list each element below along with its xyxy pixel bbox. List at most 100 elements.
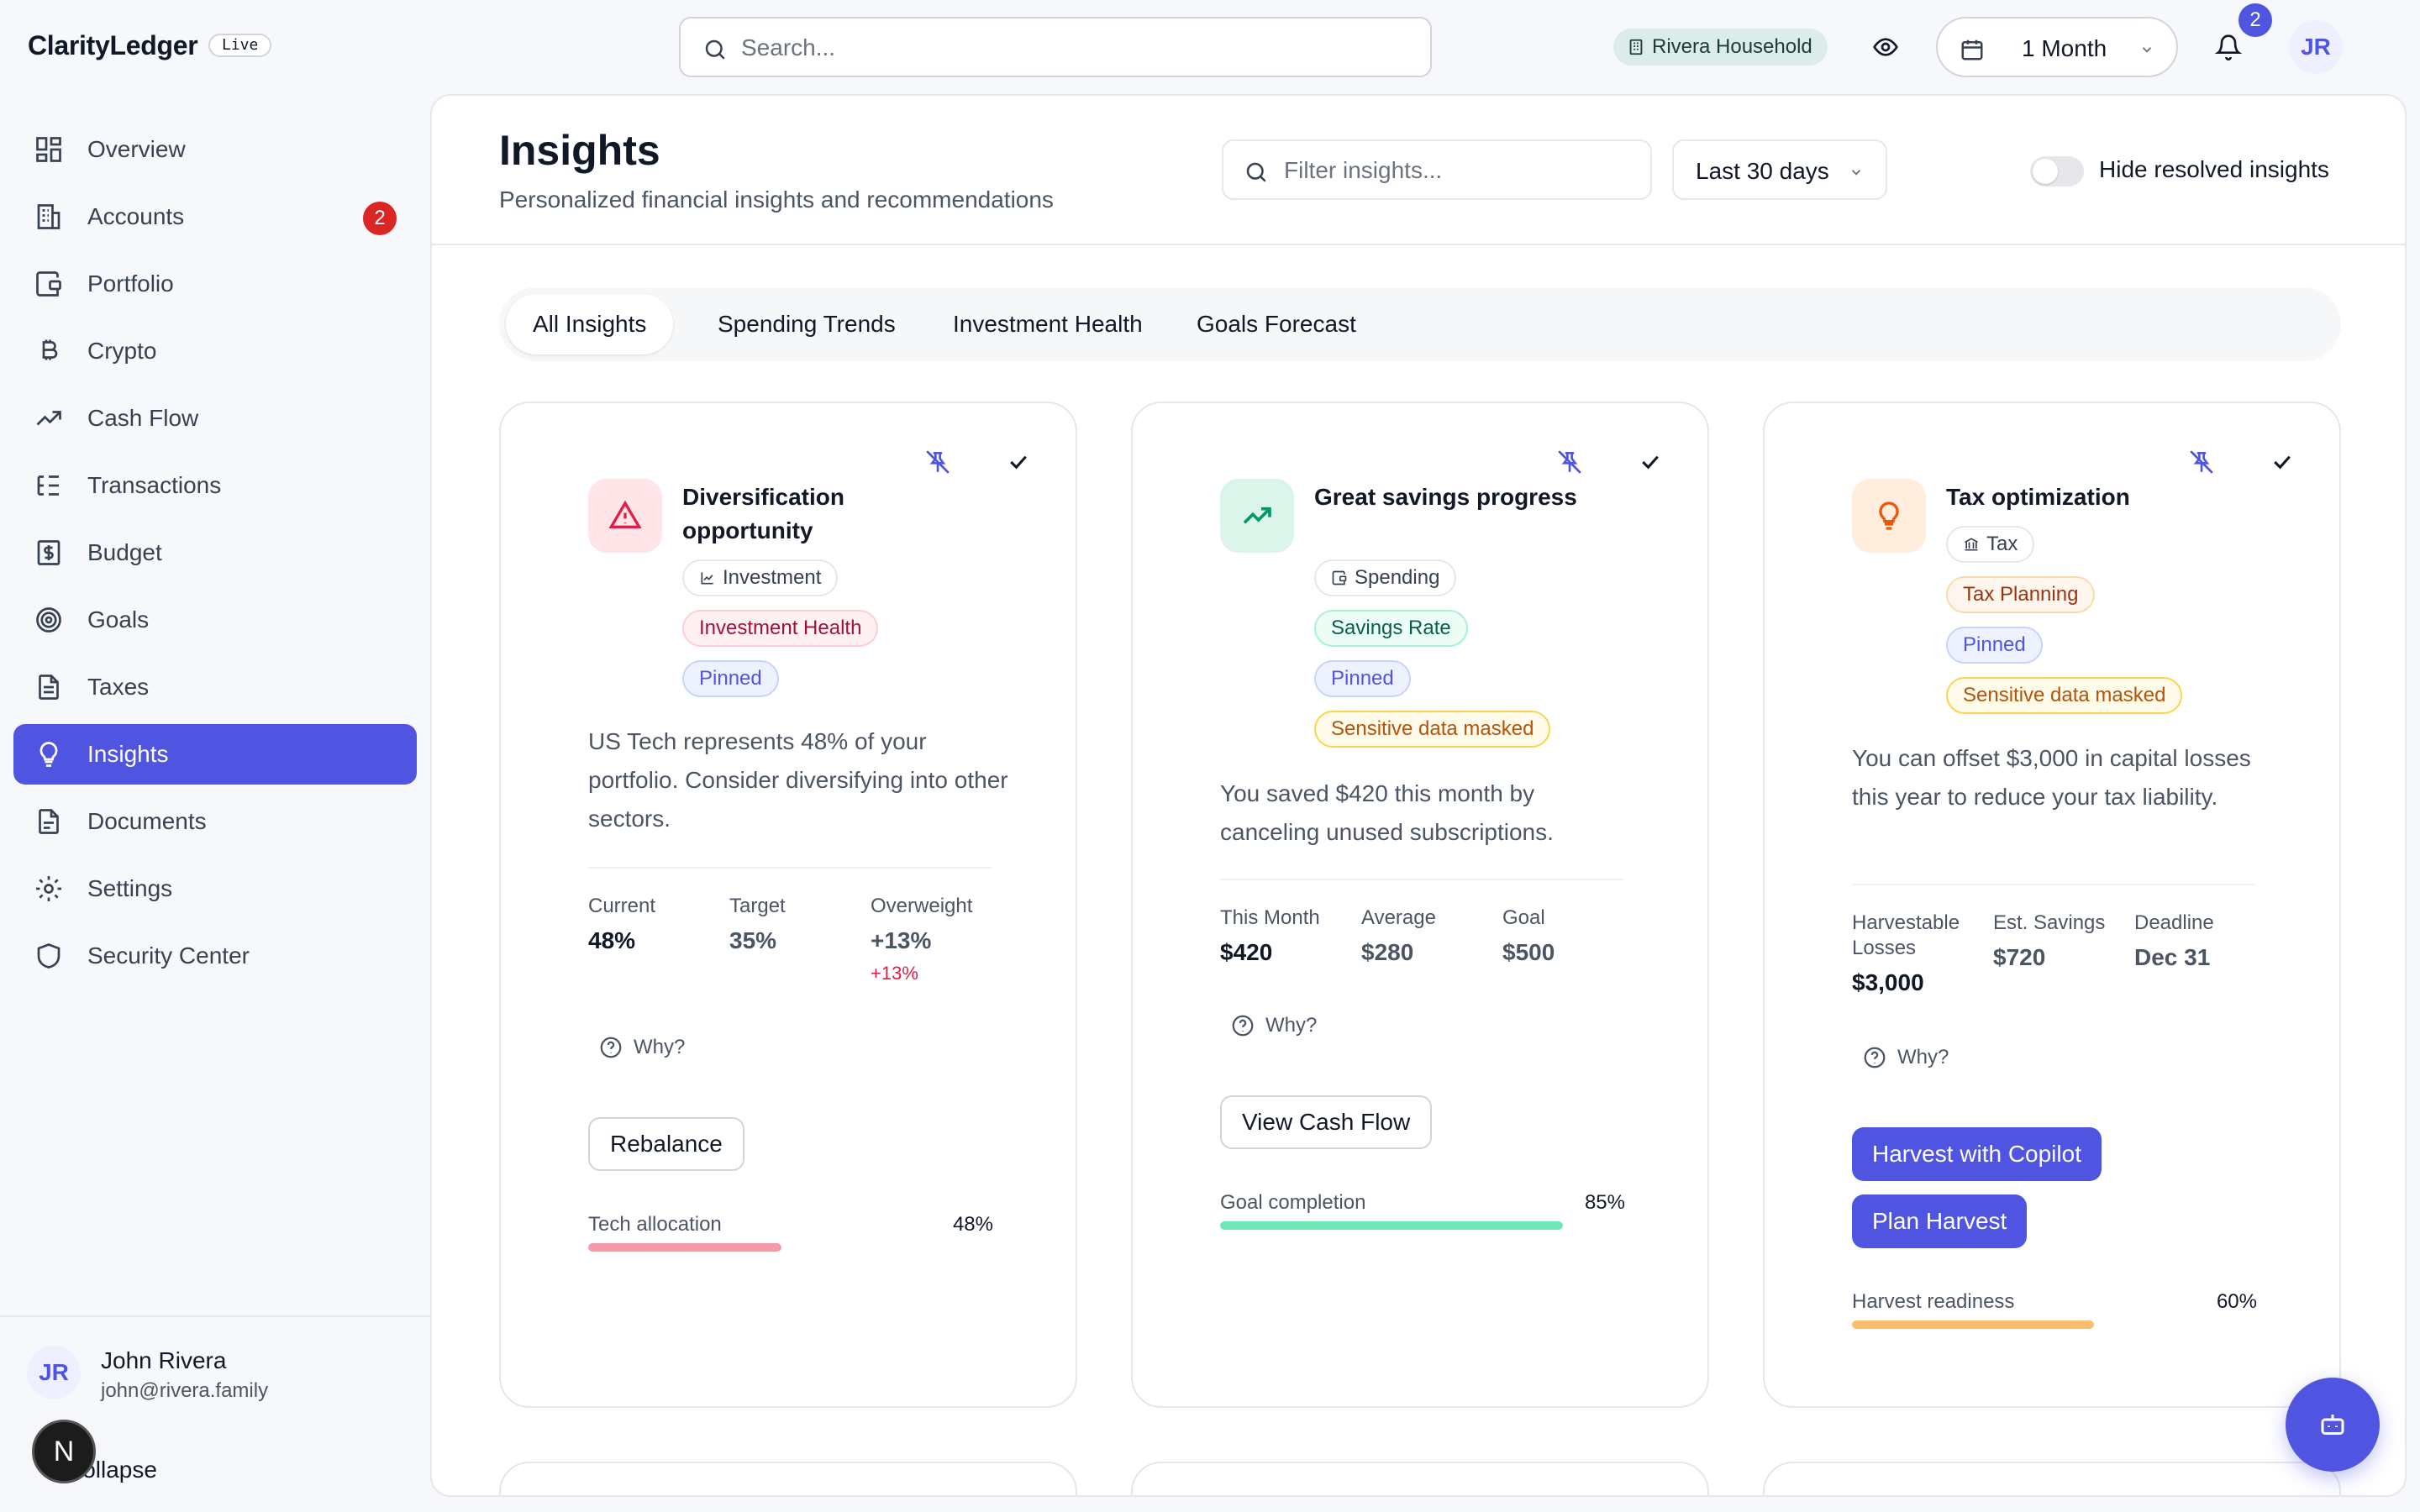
metric-label: Overweight xyxy=(871,895,973,917)
building-icon xyxy=(1629,39,1643,55)
tag-chip: Savings Rate xyxy=(1314,610,1468,647)
sidebar-item-goals[interactable]: Goals xyxy=(13,590,417,650)
period-select[interactable]: 1 Month xyxy=(1936,17,2178,77)
period-label: 1 Month xyxy=(2022,35,2107,61)
unpin-button[interactable] xyxy=(921,445,955,479)
calendar-icon xyxy=(1961,39,1983,60)
sidebar-item-label: Documents xyxy=(87,808,207,834)
date-range-select[interactable]: Last 30 days xyxy=(1672,139,1887,200)
chevron-down-icon xyxy=(2142,47,2152,53)
insight-card-partial xyxy=(1763,1462,2341,1495)
insight-card-tax: Tax optimization Tax Tax Planning Pinned… xyxy=(1763,402,2341,1408)
progress-fill xyxy=(588,1243,782,1252)
resolve-button[interactable] xyxy=(1002,445,1035,479)
metrics-divider xyxy=(1852,884,2255,885)
category-chip: Tax xyxy=(1946,526,2035,563)
sidebar-item-security-center[interactable]: Security Center xyxy=(13,926,417,986)
copilot-fab[interactable] xyxy=(2286,1378,2380,1472)
user-avatar-top[interactable]: JR xyxy=(2289,20,2343,74)
privacy-toggle-button[interactable] xyxy=(1867,30,1904,64)
sidebar-item-overview[interactable]: Overview xyxy=(13,119,417,180)
why-button[interactable]: Why? xyxy=(1230,1013,1317,1038)
insight-card-partial xyxy=(499,1462,1077,1495)
sidebar-divider xyxy=(0,1315,430,1317)
tag-chip: Investment Health xyxy=(682,610,879,647)
global-search[interactable] xyxy=(679,17,1432,77)
unpin-icon xyxy=(926,450,950,474)
metric-deadline: Deadline Dec 31 xyxy=(2134,911,2277,973)
progress-fill xyxy=(1852,1320,2094,1329)
grid-icon xyxy=(36,137,61,162)
user-email: john@rivera.family xyxy=(101,1379,269,1402)
why-button[interactable]: Why? xyxy=(598,1035,685,1060)
sidebar-item-label: Cash Flow xyxy=(87,405,199,431)
tab-all-insights[interactable]: All Insights xyxy=(506,294,674,354)
why-label: Why? xyxy=(1265,1014,1318,1037)
hide-resolved-toggle[interactable] xyxy=(2030,156,2084,186)
sidebar-item-insights[interactable]: Insights xyxy=(13,724,417,785)
sidebar-item-settings[interactable]: Settings xyxy=(13,858,417,919)
sidebar-item-portfolio[interactable]: Portfolio xyxy=(13,254,417,314)
view-cash-flow-button[interactable]: View Cash Flow xyxy=(1220,1095,1433,1149)
card-tags: Spending Savings Rate Pinned Sensitive d… xyxy=(1314,559,1667,748)
chart-icon xyxy=(701,572,713,585)
lightbulb-icon xyxy=(1879,501,1899,530)
eye-icon xyxy=(1873,38,1898,56)
sidebar-item-label: Transactions xyxy=(87,472,222,498)
category-label: Tax xyxy=(1986,533,2018,555)
card-icon-tile xyxy=(1852,479,1926,553)
sidebar-item-budget[interactable]: Budget xyxy=(13,522,417,583)
gear-icon xyxy=(36,876,61,901)
resolve-button[interactable] xyxy=(2265,445,2299,479)
hide-resolved-label: Hide resolved insights xyxy=(2099,156,2329,182)
dollar-doc-icon xyxy=(37,540,60,565)
harvest-with-copilot-button[interactable]: Harvest with Copilot xyxy=(1852,1127,2102,1181)
search-input[interactable] xyxy=(741,30,1397,66)
accounts-badge: 2 xyxy=(363,202,397,235)
rebalance-button[interactable]: Rebalance xyxy=(588,1117,744,1171)
sidebar-item-cash-flow[interactable]: Cash Flow xyxy=(13,388,417,449)
notifications-badge: 2 xyxy=(2238,3,2272,37)
app-brand[interactable]: ClarityLedger xyxy=(28,30,198,61)
progress-label: Harvest readiness xyxy=(1852,1290,2015,1313)
metric-label: Deadline xyxy=(2134,911,2214,934)
unpin-button[interactable] xyxy=(1553,445,1586,479)
sidebar-item-label: Portfolio xyxy=(87,270,174,297)
sidebar-item-crypto[interactable]: Crypto xyxy=(13,321,417,381)
pinned-chip: Pinned xyxy=(1946,627,2043,664)
trend-up-icon xyxy=(1243,507,1271,524)
household-badge[interactable]: Rivera Household xyxy=(1613,29,1828,66)
main-panel: Insights Personalized financial insights… xyxy=(430,94,2407,1497)
why-label: Why? xyxy=(1897,1046,1949,1068)
sidebar-item-taxes[interactable]: Taxes xyxy=(13,657,417,717)
sidebar-item-label: Accounts xyxy=(87,203,185,229)
sidebar-item-accounts[interactable]: Accounts 2 xyxy=(13,186,417,247)
sidebar-item-transactions[interactable]: Transactions xyxy=(13,455,417,516)
filter-insights[interactable] xyxy=(1222,139,1652,200)
user-avatar[interactable]: JR xyxy=(27,1346,81,1399)
plan-harvest-button[interactable]: Plan Harvest xyxy=(1852,1194,2028,1248)
bank-icon xyxy=(1965,538,1978,551)
insight-card-diversification: Diversification opportunity Investment I… xyxy=(499,402,1077,1408)
tab-spending-trends[interactable]: Spending Trends xyxy=(691,294,923,354)
unpin-button[interactable] xyxy=(2185,445,2218,479)
bot-icon xyxy=(2321,1415,2344,1435)
metric-harvestable-losses: Harvestable Losses $3,000 xyxy=(1852,911,1995,998)
category-chip: Investment xyxy=(682,559,839,596)
tab-investment-health[interactable]: Investment Health xyxy=(926,294,1170,354)
sidebar-item-documents[interactable]: Documents xyxy=(13,791,417,852)
notifications-button[interactable] xyxy=(2212,29,2245,66)
sidebar-item-label: Settings xyxy=(87,875,173,901)
metrics-divider xyxy=(588,867,992,869)
card-description: US Tech represents 48% of your portfolio… xyxy=(588,728,1008,832)
tab-goals-forecast[interactable]: Goals Forecast xyxy=(1170,294,1383,354)
card-tags: Investment Investment Health Pinned xyxy=(682,559,1035,697)
category-chip: Spending xyxy=(1314,559,1457,596)
why-button[interactable]: Why? xyxy=(1862,1045,1949,1070)
filter-input[interactable] xyxy=(1284,153,1637,188)
assistant-bubble[interactable]: N xyxy=(32,1420,96,1483)
metric-value: +13% xyxy=(871,927,932,953)
unpin-icon xyxy=(2190,450,2213,474)
resolve-button[interactable] xyxy=(1634,445,1667,479)
check-icon xyxy=(2274,455,2291,470)
